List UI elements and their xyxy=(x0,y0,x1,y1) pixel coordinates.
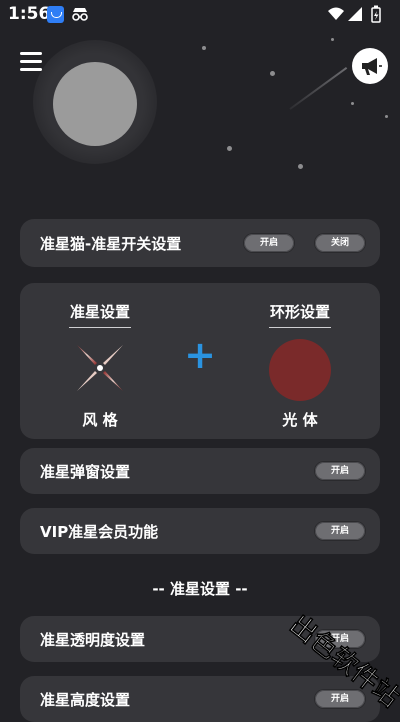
crosshair-panel: 准星设置 环形设置 + 风 格 光 体 xyxy=(20,283,380,439)
style-label: 风 格 xyxy=(82,411,118,429)
vip-feature-card: VIP准星会员功能 开启 xyxy=(20,508,380,554)
popup-enable-button[interactable]: 开启 xyxy=(315,462,365,480)
popup-settings-card: 准星弹窗设置 开启 xyxy=(20,448,380,494)
plus-icon: + xyxy=(184,333,216,377)
vip-enable-button[interactable]: 开启 xyxy=(315,522,365,540)
vip-feature-label: VIP准星会员功能 xyxy=(40,523,159,541)
star xyxy=(298,164,303,169)
left-title-underline xyxy=(69,327,131,328)
announcement-button[interactable] xyxy=(352,48,388,84)
star xyxy=(351,102,354,105)
glow-body-label: 光 体 xyxy=(282,411,318,429)
battery-icon xyxy=(374,11,379,20)
glow-body-icon[interactable] xyxy=(269,339,331,401)
wifi-icon xyxy=(328,7,344,20)
star xyxy=(227,146,232,151)
incognito-icon xyxy=(72,8,88,21)
crosshair-switch-label: 准星猫-准星开关设置 xyxy=(40,235,182,253)
star xyxy=(202,46,206,50)
status-bar: 1:56 xyxy=(0,0,400,28)
watermark-text: 出色软件站 xyxy=(284,609,400,710)
ring-settings-title[interactable]: 环形设置 xyxy=(260,301,340,322)
right-title-underline xyxy=(269,327,331,328)
star xyxy=(270,71,275,76)
enable-button[interactable]: 开启 xyxy=(244,234,294,252)
watermark-logo: 出色软件站 xyxy=(283,609,400,710)
opacity-settings-label: 准星透明度设置 xyxy=(40,631,146,649)
moon-illustration xyxy=(53,62,137,146)
star xyxy=(331,38,334,41)
section-divider-title: -- 准星设置 -- xyxy=(152,580,248,598)
height-settings-label: 准星高度设置 xyxy=(40,691,131,709)
star xyxy=(385,115,388,118)
cell-signal-icon xyxy=(348,7,362,21)
disable-button[interactable]: 关闭 xyxy=(315,234,365,252)
crosshair-switch-card: 准星猫-准星开关设置 开启 关闭 xyxy=(20,219,380,267)
hamburger-menu-icon[interactable] xyxy=(20,52,42,72)
popup-settings-label: 准星弹窗设置 xyxy=(40,463,131,481)
megaphone-icon xyxy=(362,58,382,75)
status-time: 1:56 xyxy=(8,4,51,24)
crosshair-style-icon[interactable] xyxy=(75,343,125,393)
signal-status-icons xyxy=(328,5,381,23)
crosshair-settings-title[interactable]: 准星设置 xyxy=(60,301,140,322)
app-notification-icon xyxy=(47,6,64,23)
shooting-star xyxy=(289,67,348,110)
